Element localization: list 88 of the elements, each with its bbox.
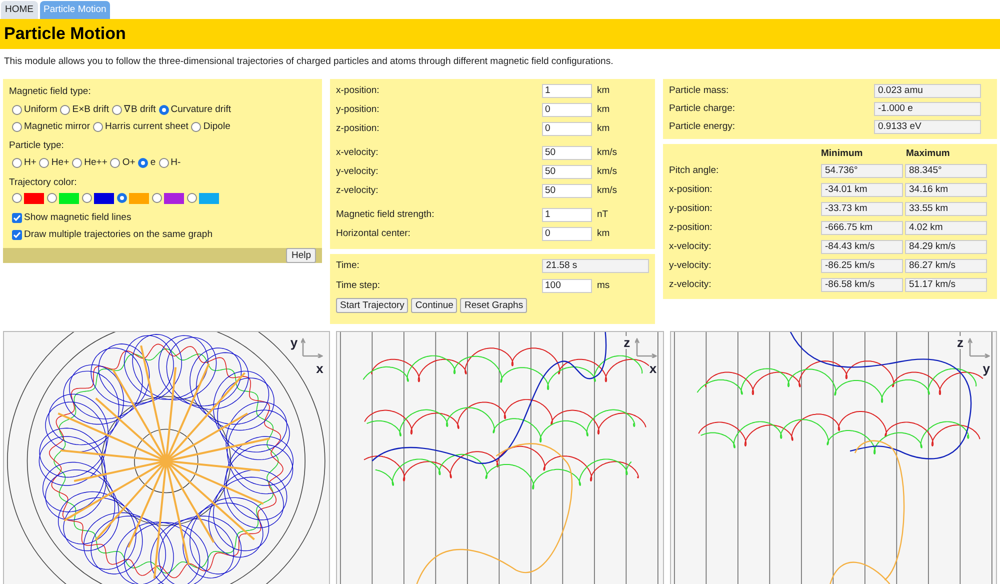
option-label: E×B drift bbox=[72, 102, 109, 116]
input-field[interactable]: 0 bbox=[542, 122, 592, 136]
input-field[interactable]: 0 bbox=[542, 227, 592, 242]
readout-field: -34.01 km bbox=[821, 183, 903, 198]
option-label: O+ bbox=[122, 156, 136, 170]
field-label: z-velocity: bbox=[669, 278, 712, 292]
checkbox-label: Draw multiple trajectories on the same graph bbox=[24, 228, 213, 242]
field-label: Magnetic field type: bbox=[9, 85, 92, 100]
readout-field: -1.000 e bbox=[874, 102, 981, 116]
readout-field: -33.73 km bbox=[821, 202, 903, 216]
input-field[interactable]: 50 bbox=[542, 165, 592, 180]
field-label: Trajectory color: bbox=[9, 176, 78, 190]
field-label: Time: bbox=[336, 259, 360, 274]
unit-label: ms bbox=[597, 279, 610, 294]
axis-label: z bbox=[956, 336, 964, 350]
readout-field: 88.345° bbox=[905, 164, 987, 178]
field-label: Particle type: bbox=[9, 139, 65, 153]
description: This module allows you to follow the three-dimensional trajectories of charged particles and atoms through different magnetic field configurations. bbox=[3, 55, 614, 69]
option-label: Curvature drift bbox=[170, 102, 231, 116]
unit-label: km bbox=[597, 84, 610, 98]
input-field[interactable]: 1 bbox=[542, 84, 592, 98]
readout-field: 33.55 km bbox=[905, 202, 987, 216]
option-label: Magnetic mirror bbox=[24, 120, 90, 134]
field-label: x-velocity: bbox=[669, 240, 712, 254]
option-label: H+ bbox=[24, 156, 36, 170]
column-header: Maximum bbox=[906, 147, 951, 162]
readout-field: 21.58 s bbox=[542, 259, 649, 274]
option-label: He++ bbox=[84, 156, 108, 170]
field-label: y-velocity: bbox=[669, 259, 712, 274]
action-button[interactable]: Start Trajectory bbox=[336, 298, 408, 314]
field-label: z-position: bbox=[669, 221, 714, 236]
axis-label: y bbox=[982, 362, 990, 376]
readout-field: 51.17 km/s bbox=[905, 278, 987, 292]
input-field[interactable]: 100 bbox=[542, 279, 592, 294]
readout-field: 0.9133 eV bbox=[874, 120, 981, 134]
unit-label: km/s bbox=[597, 184, 618, 198]
tab[interactable]: HOME bbox=[1, 1, 38, 19]
field-label: Particle energy: bbox=[669, 120, 736, 134]
field-label: Particle charge: bbox=[669, 102, 736, 116]
axis-label: z bbox=[622, 336, 632, 350]
unit-label: km bbox=[597, 227, 610, 242]
option-label: Dipole bbox=[203, 120, 230, 134]
column-header: Minimum bbox=[821, 147, 864, 162]
field-label: z-velocity: bbox=[336, 184, 380, 198]
unit-label: km bbox=[597, 122, 610, 136]
option-label: Uniform bbox=[24, 102, 58, 116]
field-label: x-position: bbox=[669, 183, 714, 198]
field-label: y-position: bbox=[336, 103, 380, 118]
input-field[interactable]: 0 bbox=[542, 103, 592, 118]
checkbox-label: Show magnetic field lines bbox=[24, 210, 132, 225]
readout-field: -86.58 km/s bbox=[821, 278, 903, 292]
field-label: z-position: bbox=[336, 122, 380, 136]
readout-field: 0.023 amu bbox=[874, 84, 981, 98]
readout-field: 4.02 km bbox=[905, 221, 987, 236]
axis-label: x bbox=[316, 362, 324, 376]
readout-field: -86.25 km/s bbox=[821, 259, 903, 274]
unit-label: km/s bbox=[597, 165, 618, 180]
readout-field: 34.16 km bbox=[905, 183, 987, 198]
option-label: Harris current sheet bbox=[105, 120, 188, 134]
option-label: H- bbox=[170, 156, 181, 170]
readout-field: -666.75 km bbox=[821, 221, 903, 236]
field-label: y-position: bbox=[669, 202, 714, 216]
option-label: e bbox=[150, 156, 156, 170]
input-field[interactable]: 50 bbox=[542, 184, 592, 198]
option-label: He+ bbox=[51, 156, 70, 170]
input-field[interactable]: 1 bbox=[542, 208, 592, 222]
readout-field: 54.736° bbox=[821, 164, 903, 178]
readout-field: 84.29 km/s bbox=[905, 240, 987, 254]
field-label: Particle mass: bbox=[669, 84, 730, 98]
input-field[interactable]: 50 bbox=[542, 146, 592, 160]
readout-field: 86.27 km/s bbox=[905, 259, 987, 274]
field-label: Magnetic field strength: bbox=[336, 208, 436, 222]
help-button[interactable]: Help bbox=[286, 248, 316, 264]
page-title: Particle Motion bbox=[4, 23, 126, 46]
field-label: Time step: bbox=[336, 279, 381, 294]
field-label: y-velocity: bbox=[336, 165, 380, 180]
field-label: Horizontal center: bbox=[336, 227, 412, 242]
readout-field: -84.43 km/s bbox=[821, 240, 903, 254]
unit-label: km bbox=[597, 103, 610, 118]
unit-label: nT bbox=[597, 208, 608, 222]
field-label: x-position: bbox=[336, 84, 380, 98]
unit-label: km/s bbox=[597, 146, 618, 160]
field-label: x-velocity: bbox=[336, 146, 380, 160]
action-button[interactable]: Continue bbox=[411, 298, 458, 314]
action-button[interactable]: Reset Graphs bbox=[460, 298, 528, 314]
axis-label: x bbox=[649, 362, 657, 376]
field-label: Pitch angle: bbox=[669, 164, 720, 178]
option-label: ∇B drift bbox=[124, 102, 156, 116]
